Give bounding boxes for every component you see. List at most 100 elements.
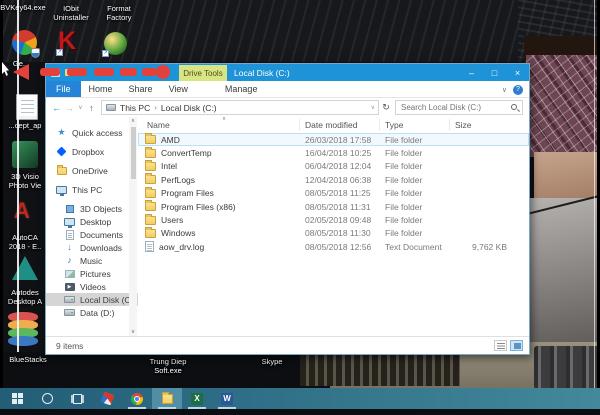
desktop-icon-label[interactable]: ...cept_ap	[0, 121, 50, 130]
desktop-icon-label[interactable]: BlueStacks	[0, 355, 56, 364]
tab-manage[interactable]: Manage	[217, 81, 266, 97]
cortana-button[interactable]	[32, 388, 62, 409]
forward-button[interactable]: →	[63, 103, 76, 113]
taskbar-excel[interactable]: X	[182, 388, 212, 409]
pictures-icon	[64, 270, 75, 278]
help-icon[interactable]: ?	[513, 85, 523, 95]
sidebar-item-videos[interactable]: ▶ Videos	[46, 280, 138, 293]
desktop-icon-label[interactable]: 3D Visio Photo Vie	[0, 172, 50, 190]
desktop-icon-formatfactory[interactable]: ↗	[104, 32, 127, 55]
taskbar-file-explorer[interactable]	[152, 388, 182, 409]
column-header-type[interactable]: Type	[380, 119, 450, 131]
desktop-icon-doc[interactable]	[16, 94, 38, 120]
column-header-size[interactable]: Size	[450, 119, 529, 131]
drive-icon	[64, 309, 75, 316]
scroll-down-icon[interactable]: ∨	[129, 329, 137, 335]
expand-ribbon-icon[interactable]: ∨	[502, 86, 507, 94]
search-input[interactable]	[396, 101, 522, 114]
column-header-date[interactable]: Date modified	[300, 119, 380, 131]
desktop-icon-label-trungdiep[interactable]: Trung Diep Soft.exe	[138, 357, 198, 375]
task-view-button[interactable]	[62, 388, 92, 409]
table-row[interactable]: Program Files 08/05/2018 11:25 File fold…	[138, 187, 529, 200]
sort-ascending-icon: ∧	[222, 116, 226, 122]
sidebar-item-data-d[interactable]: Data (D:)	[46, 306, 138, 319]
music-note-icon: ♪	[64, 256, 75, 265]
sidebar-scrollbar[interactable]	[129, 117, 137, 336]
sidebar-item-dropbox[interactable]: Dropbox	[46, 145, 138, 158]
tab-view[interactable]: View	[161, 81, 196, 97]
desktop-icon-label[interactable]: IObit Uninstaller	[48, 4, 94, 22]
desktop-icon-label[interactable]: Format Factory	[98, 4, 140, 22]
breadcrumb-this-pc[interactable]: This PC	[120, 103, 150, 113]
taskbar-app-paint[interactable]	[92, 388, 122, 409]
sidebar-item-pictures[interactable]: Pictures	[46, 267, 138, 280]
file-name: Windows	[161, 228, 195, 238]
taskbar-word[interactable]: W	[212, 388, 242, 409]
table-row[interactable]: aow_drv.log 08/05/2018 12:56 Text Docume…	[138, 240, 529, 253]
table-row[interactable]: Windows 08/05/2018 11:30 File folder	[138, 227, 529, 240]
maximize-button[interactable]: □	[483, 64, 506, 81]
up-button[interactable]: ↑	[85, 103, 98, 113]
search-box[interactable]	[395, 100, 523, 115]
table-row[interactable]: AMD 26/03/2018 17:58 File folder	[138, 133, 529, 146]
cortana-circle-icon	[42, 393, 53, 404]
table-row[interactable]: PerfLogs 12/04/2018 06:38 File folder	[138, 173, 529, 186]
taskbar-chrome[interactable]	[122, 388, 152, 409]
file-name: ConvertTemp	[161, 148, 212, 158]
recent-locations-icon[interactable]: ∨	[76, 104, 85, 111]
thumbnail-view-button[interactable]	[510, 340, 523, 351]
scroll-up-icon[interactable]: ∧	[129, 118, 137, 124]
file-size: 9,762 KB	[450, 242, 529, 252]
monitor-icon	[64, 218, 75, 226]
desktop-icon-label-skype[interactable]: Skype	[248, 357, 296, 366]
search-icon	[511, 104, 517, 110]
desktop-icon-autodesk[interactable]	[12, 256, 38, 280]
breadcrumb-local-disk[interactable]: Local Disk (C:)	[161, 103, 217, 113]
tab-file[interactable]: File	[46, 81, 81, 97]
close-button[interactable]: ×	[506, 64, 529, 81]
column-header-name[interactable]: Name	[138, 119, 300, 131]
shortcut-arrow-icon: ↗	[56, 49, 63, 56]
desktop-icon-label[interactable]: BVKey64.exe	[0, 3, 46, 12]
desktop-icon-3dvision[interactable]	[12, 141, 38, 168]
sidebar-item-3d-objects[interactable]: 3D Objects	[46, 202, 138, 215]
table-row[interactable]: Intel 06/04/2018 12:04 File folder	[138, 160, 529, 173]
desktop-icon-iobit[interactable]: K ↗	[58, 29, 76, 54]
refresh-icon[interactable]: ↻	[379, 102, 393, 113]
desktop-icon-label[interactable]: AutoCA 2018 - E..	[0, 233, 50, 251]
tab-home[interactable]: Home	[81, 81, 121, 97]
sidebar-item-music[interactable]: ♪ Music	[46, 254, 138, 267]
address-dropdown-icon[interactable]: ∨	[371, 104, 375, 111]
file-list: ∧ Name Date modified Type Size AMD 26/03…	[138, 117, 529, 336]
photo-viewer-icon	[12, 141, 38, 168]
desktop-icon-label[interactable]: Autodes Desktop A	[0, 288, 50, 306]
sidebar-item-this-pc[interactable]: This PC	[46, 183, 138, 196]
folder-icon	[145, 162, 156, 171]
table-row[interactable]: Program Files (x86) 08/05/2018 11:31 Fil…	[138, 200, 529, 213]
autodesk-a-icon	[12, 256, 38, 280]
label-line: Trung Diep	[150, 357, 187, 366]
desktop-icon-bluestacks[interactable]	[8, 312, 38, 348]
minimize-button[interactable]: –	[460, 64, 483, 81]
drive-tools-context-tab[interactable]: Drive Tools	[179, 65, 227, 81]
address-bar[interactable]: This PC › Local Disk (C:) ∨	[101, 100, 379, 115]
folder-icon	[145, 202, 156, 211]
label-line: Soft.exe	[154, 366, 182, 375]
sidebar-item-quick-access[interactable]: ★ Quick access	[46, 126, 138, 139]
sidebar-item-label: 3D Objects	[80, 204, 122, 214]
tab-share[interactable]: Share	[121, 81, 161, 97]
sidebar-item-downloads[interactable]: ↓ Downloads	[46, 241, 138, 254]
sidebar-item-desktop[interactable]: Desktop	[46, 215, 138, 228]
details-view-button[interactable]	[494, 340, 507, 351]
start-button[interactable]	[2, 388, 32, 409]
file-name: AMD	[161, 135, 180, 145]
back-button[interactable]: ←	[50, 103, 63, 113]
file-name: Intel	[161, 161, 177, 171]
table-row[interactable]: ConvertTemp 16/04/2018 10:25 File folder	[138, 146, 529, 159]
desktop-icon-bvkey[interactable]	[12, 30, 37, 55]
folder-icon	[145, 149, 156, 158]
table-row[interactable]: Users 02/05/2018 09:48 File folder	[138, 213, 529, 226]
sidebar-item-local-disk-c[interactable]: Local Disk (C:)	[46, 293, 138, 306]
sidebar-item-documents[interactable]: Documents	[46, 228, 138, 241]
sidebar-item-onedrive[interactable]: OneDrive	[46, 164, 138, 177]
